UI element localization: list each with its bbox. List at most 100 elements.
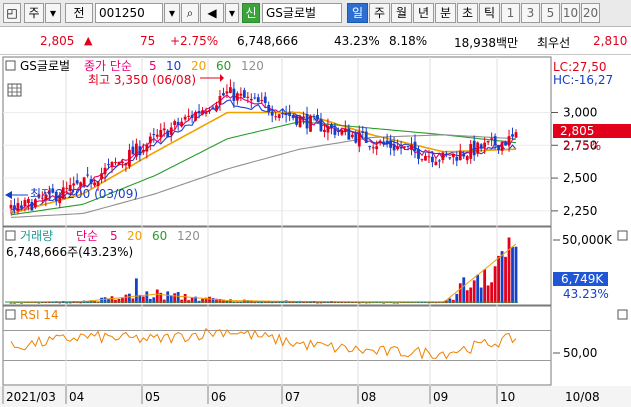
candle-body (500, 142, 504, 151)
candle-body (410, 144, 413, 151)
candle-body (427, 156, 431, 158)
candle-body (211, 107, 215, 109)
panel-menu-icon[interactable] (5, 60, 16, 71)
cursor-date: 10/08 (565, 390, 600, 404)
candle-body (229, 87, 232, 93)
candle-body (152, 134, 156, 136)
volume-bar (134, 278, 138, 303)
volume-badge-text: 6,749K (561, 272, 604, 286)
candle-body (399, 146, 403, 149)
candle-body (246, 96, 250, 98)
candle-body (187, 115, 191, 117)
ma-legend-60: 60 (216, 59, 231, 73)
candle-body (490, 138, 494, 140)
candle-body (444, 154, 448, 156)
rsi-label: RSI 14 (20, 308, 59, 322)
x-tick-label: 08 (361, 390, 376, 404)
price-y-tick: 2,250 (563, 204, 597, 218)
candle-body (86, 174, 90, 176)
candle-body (368, 146, 372, 148)
candle-body (260, 100, 264, 102)
candle-body (16, 202, 20, 211)
candle-body (507, 136, 511, 146)
volume-bar (145, 291, 149, 303)
lc-label: LC:27,50 (553, 60, 606, 74)
candle-body (451, 153, 455, 158)
candle-body (138, 146, 142, 156)
candle-body (281, 113, 285, 115)
candle-body (497, 144, 500, 150)
volume-bar (493, 266, 497, 303)
candle-body (242, 90, 246, 98)
volume-bar (451, 299, 455, 303)
x-tick-label: 05 (145, 390, 160, 404)
candle-body (511, 134, 514, 137)
price-y-tick: 3,000 (563, 105, 597, 119)
volume-bar (479, 287, 483, 303)
volume-ma-legend-20: 20 (127, 229, 142, 243)
candle-body (431, 156, 434, 163)
rsi-panel (2, 305, 552, 386)
volume-bar (497, 255, 500, 303)
ma-legend-20: 20 (191, 59, 206, 73)
candle-body (458, 151, 462, 161)
volume-bar (458, 283, 462, 303)
volume-bar (20, 302, 23, 304)
low-note: 최저 2,200 (03/09) (30, 187, 138, 201)
candle-body (204, 111, 208, 114)
candle-body (305, 113, 309, 129)
table-icon[interactable] (7, 83, 22, 97)
candle-body (79, 182, 83, 187)
ma-legend-10: 10 (166, 59, 181, 73)
candle-body (385, 140, 389, 145)
candle-body (96, 181, 100, 187)
candle-body (107, 164, 110, 166)
candle-body (159, 129, 163, 138)
candle-body (437, 160, 441, 162)
candle-body (291, 114, 295, 119)
x-tick-label: 10 (500, 390, 515, 404)
x-tick-label: 04 (69, 390, 84, 404)
candle-body (256, 97, 260, 103)
candle-body (389, 140, 393, 148)
candle-body (173, 121, 177, 125)
candle-body (215, 105, 218, 111)
volume-bar (511, 246, 514, 303)
candle-body (357, 132, 361, 147)
candle-body (249, 98, 253, 101)
candle-body (218, 95, 222, 105)
candle-body (128, 149, 131, 167)
rsi-settings-icon[interactable] (617, 309, 628, 320)
volume-bar (114, 299, 117, 303)
candle-body (100, 173, 103, 180)
volume-bar (79, 302, 83, 304)
volume-bar (382, 302, 386, 304)
ma-legend-120: 120 (241, 59, 264, 73)
candle-body (103, 167, 107, 175)
candle-body (504, 141, 507, 146)
candle-body (465, 156, 469, 161)
candle-body (141, 149, 145, 153)
candle-body (270, 111, 274, 116)
candle-body (176, 121, 180, 125)
volume-bar (58, 302, 62, 304)
candle-body (131, 146, 135, 155)
volume-bar (319, 302, 323, 304)
volume-menu-icon[interactable] (5, 230, 16, 241)
candle-body (343, 128, 347, 132)
candle-body (330, 124, 333, 128)
volume-settings-icon[interactable] (617, 230, 628, 241)
x-axis (0, 386, 631, 407)
candle-body (406, 145, 410, 147)
rsi-menu-icon[interactable] (5, 309, 16, 320)
candle-body (316, 114, 319, 120)
candle-body (183, 116, 187, 120)
volume-bar (166, 291, 170, 303)
candle-body (190, 115, 194, 118)
candle-body (117, 161, 121, 165)
candle-body (277, 114, 281, 118)
price-stock-label: GS글로벌 (20, 59, 70, 73)
current-price-badge-text: 2,805 (560, 124, 594, 138)
volume-bar (65, 302, 69, 304)
candle-body (476, 142, 480, 154)
